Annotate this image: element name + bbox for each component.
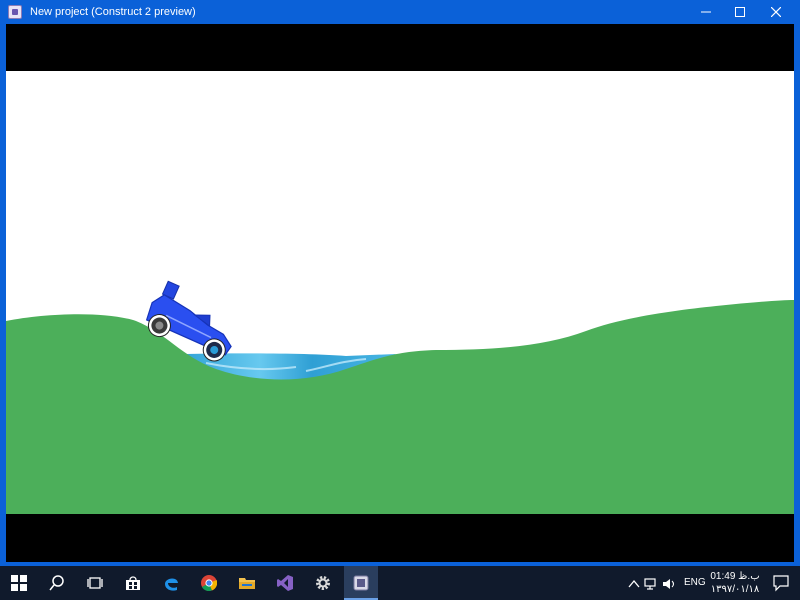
window-client-area [6,24,794,562]
preview-window: New project (Construct 2 preview) [0,0,800,566]
chrome-icon [201,575,217,591]
taskbar: ENG 01:49 ب.ظ ۱۳۹۷/۰۱/۱۸ [0,566,800,600]
maximize-button[interactable] [722,0,758,24]
game-canvas[interactable] [6,71,794,514]
visual-studio-icon [277,575,293,591]
language-indicator[interactable]: ENG [684,577,706,589]
construct-app-icon [353,575,369,591]
clock[interactable]: 01:49 ب.ظ ۱۳۹۷/۰۱/۱۸ [706,570,764,596]
task-view-button[interactable] [78,566,112,600]
close-button[interactable] [758,0,794,24]
title-bar[interactable]: New project (Construct 2 preview) [0,0,800,24]
explorer-button[interactable] [230,566,264,600]
maximize-icon [735,7,745,17]
gear-icon [316,576,330,590]
store-button[interactable] [116,566,150,600]
clock-date: ۱۳۹۷/۰۱/۱۸ [710,584,760,595]
windows-logo-icon [11,575,27,591]
minimize-button[interactable] [688,0,724,24]
edge-button[interactable] [154,566,188,600]
game-scene [6,71,794,514]
task-view-icon [87,577,103,589]
search-button[interactable] [40,566,74,600]
network-icon[interactable] [644,578,658,590]
settings-button[interactable] [306,566,340,600]
minimize-icon [701,11,711,13]
construct-app-icon [8,5,22,19]
letterbox-bottom [6,514,794,562]
close-icon [771,7,781,17]
store-icon [126,576,140,590]
chevron-up-icon[interactable] [628,579,640,589]
folder-icon [239,578,255,589]
edge-icon [165,578,178,591]
letterbox-top [6,24,794,71]
window-title: New project (Construct 2 preview) [30,6,196,18]
desktop: New project (Construct 2 preview) ENG 01… [0,0,800,600]
visual-studio-button[interactable] [268,566,302,600]
notification-icon [773,575,789,592]
chrome-button[interactable] [192,566,226,600]
action-center-button[interactable] [772,574,790,592]
volume-icon[interactable] [662,578,676,590]
search-icon [49,575,64,591]
start-button[interactable] [2,566,36,600]
construct-preview-button[interactable] [344,566,378,600]
clock-time: 01:49 ب.ظ [710,571,760,582]
